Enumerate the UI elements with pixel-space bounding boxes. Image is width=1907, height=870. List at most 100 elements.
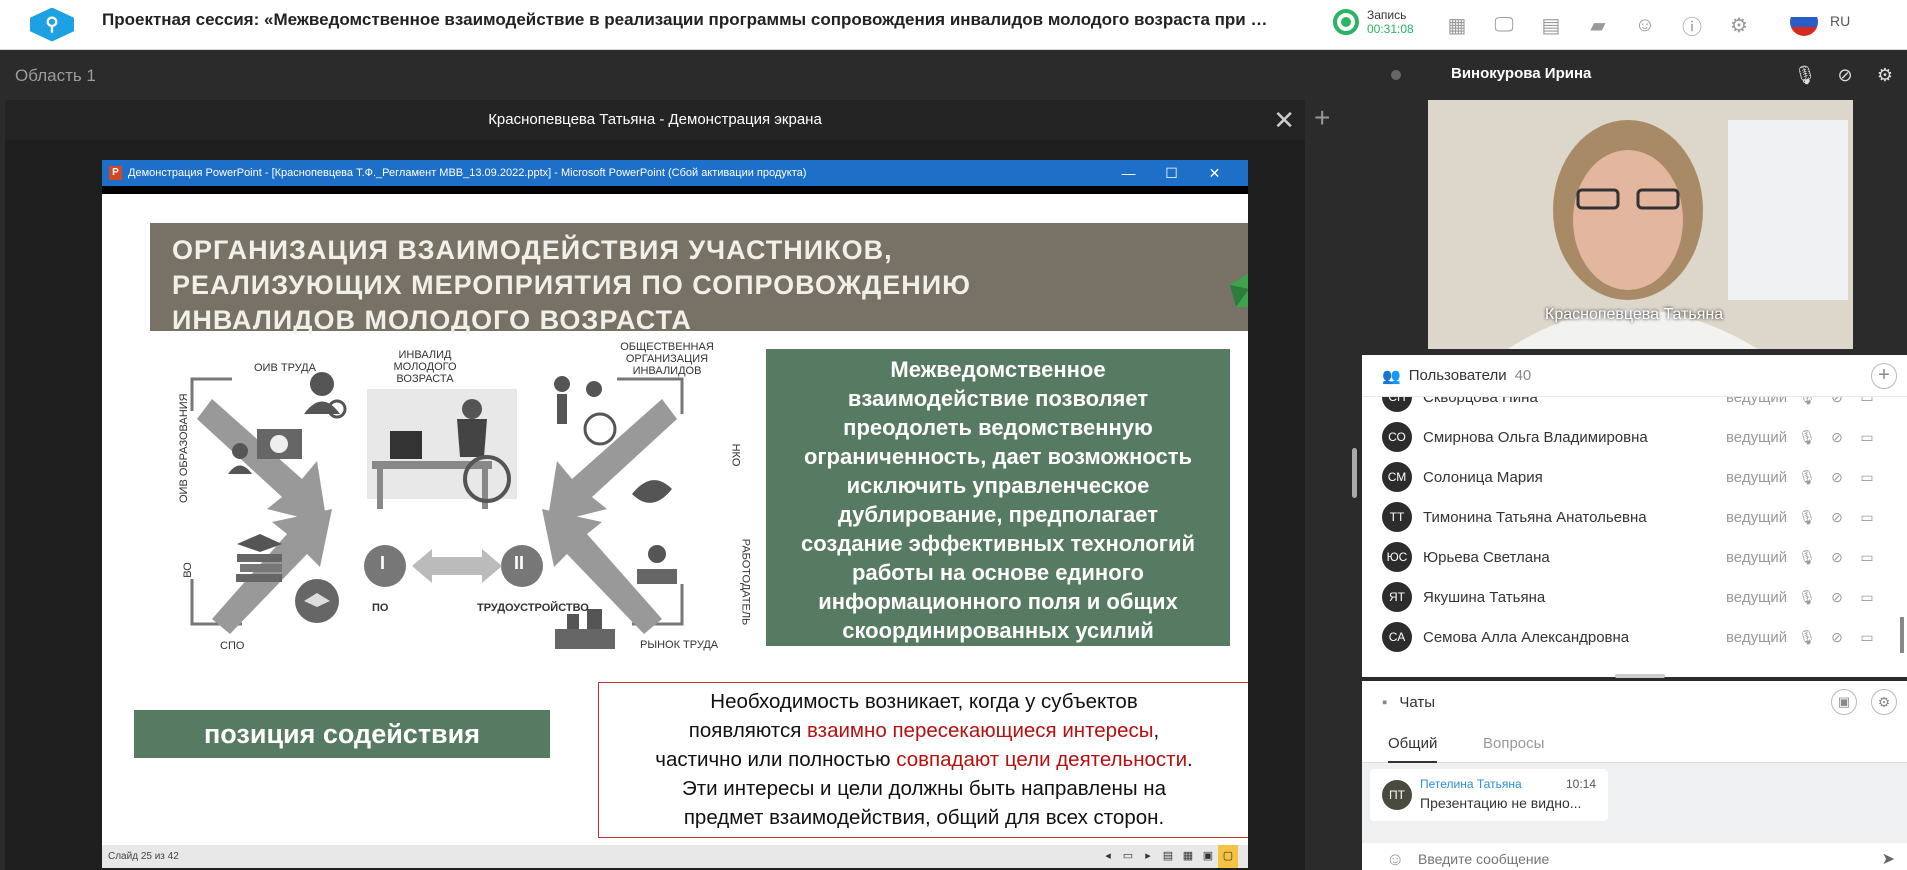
user-role: ведущий xyxy=(1726,548,1788,566)
notes-icon[interactable]: ▭ xyxy=(1118,845,1138,868)
video-settings-icon[interactable]: ⚙ xyxy=(1870,60,1900,90)
folder-icon[interactable]: ▰ xyxy=(1581,8,1615,42)
slide-counter: Слайд 25 из 42 xyxy=(108,851,179,862)
info-icon[interactable]: ⓘ xyxy=(1675,8,1709,42)
mic-off-icon[interactable]: 🎙 xyxy=(1792,629,1822,646)
label-spo: СПО xyxy=(220,640,245,652)
record-label: Запись xyxy=(1367,8,1407,22)
slideshow-view-icon[interactable]: ▢ xyxy=(1218,845,1238,868)
list-item[interactable]: ТТ Тимонина Татьяна Анатольевна ведущий … xyxy=(1362,497,1907,537)
list-item[interactable]: СО Смирнова Ольга Владимировна ведущий 🎙… xyxy=(1362,417,1907,457)
screen-off-icon[interactable]: ▭ xyxy=(1852,589,1882,606)
mic-off-icon[interactable]: 🎙 xyxy=(1790,60,1820,90)
splitter-handle[interactable] xyxy=(1352,448,1357,498)
user-name: Семова Алла Александровна xyxy=(1423,628,1630,646)
chat-settings-icon[interactable]: ⚙ xyxy=(1871,689,1897,715)
close-icon[interactable]: ✕ xyxy=(1273,100,1295,140)
emoji-icon[interactable]: ☺ xyxy=(1386,849,1404,870)
mic-off-icon[interactable]: 🎙 xyxy=(1792,397,1822,406)
list-item[interactable]: СН Скворцова Нина ведущий 🎙⊘▭ xyxy=(1362,397,1907,417)
green-line-6: дублирование, предполагает xyxy=(837,502,1159,527)
mic-off-icon[interactable]: 🎙 xyxy=(1792,429,1822,446)
interaction-diagram: ОИВ ТРУДА ОИВ ОБРАЗОВАНИЯ ИНВАЛИД МОЛОДО… xyxy=(132,339,752,679)
ppt-status-bar: Слайд 25 из 42 ◂ ▭ ▸ ▤ ▦ ▣ ▢ xyxy=(102,845,1248,868)
chats-panel: ▪ Чаты ▣ ⚙ Общий Вопросы ПТ Петелина Тат… xyxy=(1362,681,1907,870)
red-line-3b: совпадают цели деятельности xyxy=(896,748,1188,771)
recording-indicator[interactable]: Запись 00:31:08 xyxy=(1333,8,1414,36)
label-one: I xyxy=(380,553,386,573)
camera-off-icon[interactable]: ⊘ xyxy=(1822,509,1852,526)
red-line-5: предмет взаимодействия, общий для всех с… xyxy=(683,806,1165,829)
label-invalid: ИНВАЛИД МОЛОДОГО ВОЗРАСТА xyxy=(393,349,457,385)
message-author[interactable]: Петелина Татьяна xyxy=(1420,777,1522,791)
camera-off-icon[interactable]: ⊘ xyxy=(1822,429,1852,446)
label-obshchestvennaya-organizatsiya: ОБЩЕСТВЕННАЯ ОРГАНИЗАЦИЯ ИНВАЛИДОВ xyxy=(620,341,714,377)
send-icon[interactable]: ➤ xyxy=(1882,849,1895,869)
tab-questions[interactable]: Вопросы xyxy=(1483,729,1544,763)
users-icon: 👥 xyxy=(1382,367,1401,385)
screen-off-icon[interactable]: ▭ xyxy=(1852,469,1882,486)
screen-off-icon[interactable]: ▭ xyxy=(1852,397,1882,406)
mic-off-icon[interactable]: 🎙 xyxy=(1792,509,1822,526)
list-item[interactable]: СА Семова Алла Александровна ведущий 🎙 ⊘ ▭ xyxy=(1362,617,1907,657)
camera-off-icon[interactable]: ⊘ xyxy=(1822,397,1852,406)
position-label: позиция содействия xyxy=(134,710,550,758)
normal-view-icon[interactable]: ▤ xyxy=(1158,845,1178,868)
list-item[interactable]: СМ Солоница Мария ведущий 🎙 ⊘ ▭ xyxy=(1362,457,1907,497)
camera-off-icon[interactable]: ⊘ xyxy=(1822,549,1852,566)
camera-off-icon[interactable]: ⊘ xyxy=(1822,469,1852,486)
reading-view-icon[interactable]: ▣ xyxy=(1198,845,1218,868)
banner-line-1: ОРГАНИЗАЦИЯ ВЗАИМОДЕЙСТВИЯ УЧАСТНИКОВ, xyxy=(172,235,893,265)
add-panel-button[interactable]: + xyxy=(1314,102,1330,134)
users-icon[interactable]: ☺ xyxy=(1628,8,1662,42)
ppt-titlebar: P Демонстрация PowerPoint - [Краснопевце… xyxy=(102,160,1248,186)
avatar: СО xyxy=(1382,422,1412,452)
sorter-view-icon[interactable]: ▦ xyxy=(1178,845,1198,868)
logo-glyph: ⚲ xyxy=(45,14,59,34)
mic-off-icon[interactable]: 🎙 xyxy=(1792,469,1822,486)
camera-off-icon[interactable]: ⊘ xyxy=(1822,629,1852,646)
user-role: ведущий xyxy=(1726,628,1788,646)
camera-off-icon[interactable]: ⊘ xyxy=(1822,589,1852,606)
prev-slide-icon[interactable]: ◂ xyxy=(1098,845,1118,868)
user-role: ведущий xyxy=(1726,508,1788,526)
grid-icon[interactable]: ▦ xyxy=(1440,8,1474,42)
russia-flag-icon[interactable] xyxy=(1790,8,1818,36)
window-close-button[interactable]: ✕ xyxy=(1193,160,1236,186)
avatar: ЮС xyxy=(1382,542,1412,572)
language-selector[interactable]: RU xyxy=(1830,13,1850,29)
speaking-indicator-icon xyxy=(1391,70,1401,80)
add-user-button[interactable]: + xyxy=(1871,363,1897,389)
chats-label: Чаты xyxy=(1399,693,1435,711)
message-input[interactable] xyxy=(1418,851,1818,867)
minimize-button[interactable]: — xyxy=(1107,160,1150,186)
screen-off-icon[interactable]: ▭ xyxy=(1852,629,1882,646)
camera-off-icon[interactable]: ⊘ xyxy=(1830,60,1860,90)
tab-general[interactable]: Общий xyxy=(1388,729,1438,763)
label-oiv-truda: ОИВ ТРУДА xyxy=(254,362,316,374)
resize-handle[interactable] xyxy=(1615,674,1665,678)
list-item[interactable]: ЯТ Якушина Татьяна ведущий 🎙 ⊘ ▭ xyxy=(1362,577,1907,617)
monitor-icon[interactable]: 🖵 xyxy=(1487,8,1521,42)
chat-export-icon[interactable]: ▣ xyxy=(1831,689,1857,715)
chat-scrollbar[interactable] xyxy=(1900,617,1904,653)
message-text: Презентацию не видно... xyxy=(1420,795,1582,811)
document-icon[interactable]: ▤ xyxy=(1534,8,1568,42)
maximize-button[interactable]: ☐ xyxy=(1150,160,1193,186)
screen-off-icon[interactable]: ▭ xyxy=(1852,429,1882,446)
users-count: 40 xyxy=(1514,367,1532,384)
area-title: Область 1 xyxy=(15,66,96,85)
green-line-9: информационного поля и общих xyxy=(818,589,1178,614)
video-participant-name: Винокурова Ирина xyxy=(1451,65,1592,82)
screen-off-icon[interactable]: ▭ xyxy=(1852,549,1882,566)
mic-off-icon[interactable]: 🎙 xyxy=(1792,549,1822,566)
mic-off-icon[interactable]: 🎙 xyxy=(1792,589,1822,606)
app-logo[interactable]: ⚲ xyxy=(30,7,74,42)
label-nko: НКО xyxy=(729,443,742,467)
gear-icon[interactable]: ⚙ xyxy=(1722,8,1756,42)
users-label: Пользователи xyxy=(1408,367,1507,384)
next-slide-icon[interactable]: ▸ xyxy=(1138,845,1158,868)
screen-off-icon[interactable]: ▭ xyxy=(1852,509,1882,526)
list-item[interactable]: ЮС Юрьева Светлана ведущий 🎙 ⊘ ▭ xyxy=(1362,537,1907,577)
user-role: ведущий xyxy=(1726,397,1788,406)
